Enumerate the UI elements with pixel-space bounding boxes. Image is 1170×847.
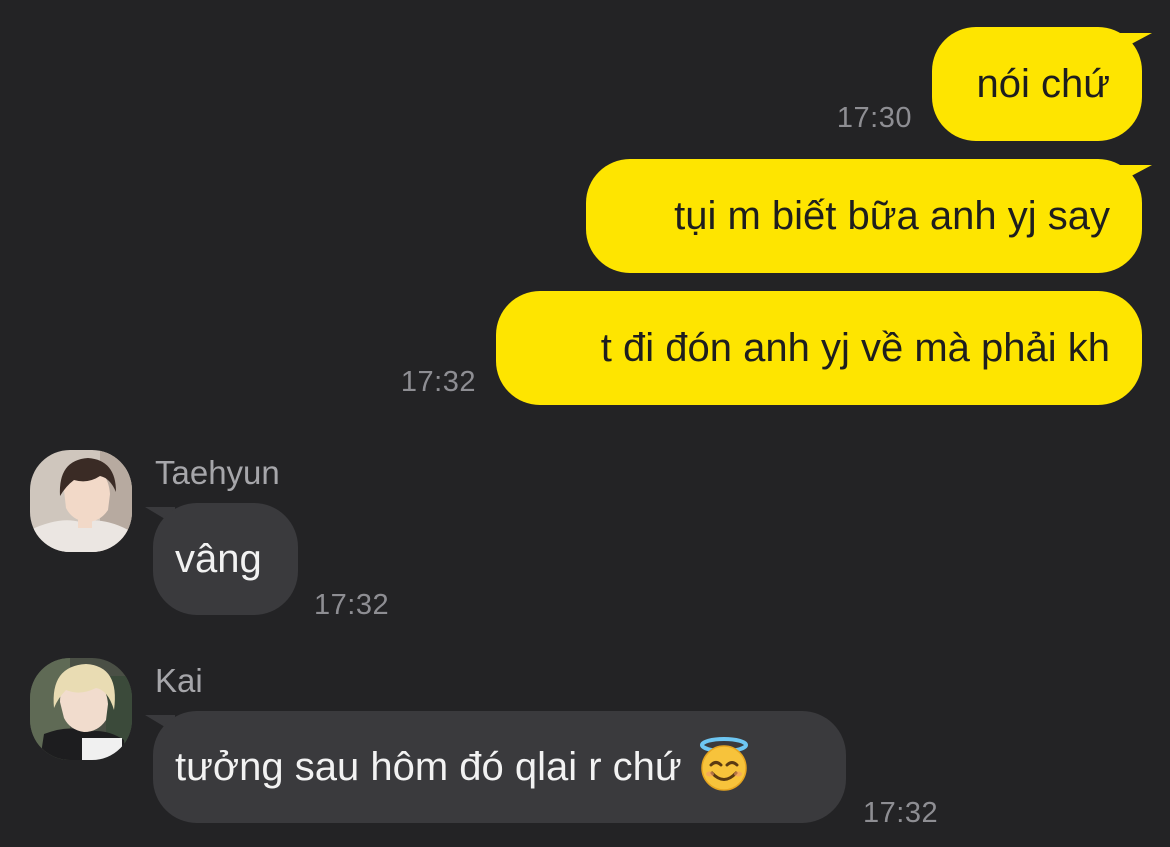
avatar-photo bbox=[30, 450, 132, 552]
message-text: tụi m biết bữa anh yj say bbox=[674, 194, 1110, 238]
kai-avatar[interactable] bbox=[30, 658, 132, 760]
outgoing-message-bubble[interactable]: tụi m biết bữa anh yj say bbox=[586, 159, 1142, 273]
message-timestamp: 17:32 bbox=[400, 366, 476, 398]
message-timestamp: 17:32 bbox=[314, 589, 390, 621]
outgoing-message-bubble[interactable]: t đi đón anh yj về mà phải kh bbox=[496, 291, 1142, 405]
message-text: tưởng sau hôm đó qlai r chứ bbox=[175, 745, 682, 789]
message-timestamp: 17:32 bbox=[863, 797, 939, 829]
avatar-photo bbox=[30, 658, 132, 760]
incoming-message-bubble[interactable]: vâng bbox=[153, 503, 298, 615]
sender-name: Taehyun bbox=[155, 454, 280, 491]
smiling-face-with-halo-icon bbox=[696, 736, 752, 799]
message-timestamp: 17:30 bbox=[836, 102, 912, 134]
sender-name: Kai bbox=[155, 662, 203, 699]
message-text: nói chứ bbox=[976, 62, 1110, 106]
message-text: t đi đón anh yj về mà phải kh bbox=[600, 326, 1110, 370]
outgoing-message-bubble[interactable]: nói chứ bbox=[932, 27, 1142, 141]
incoming-message-bubble[interactable]: tưởng sau hôm đó qlai r chứ bbox=[153, 711, 846, 823]
taehyun-avatar[interactable] bbox=[30, 450, 132, 552]
message-text: vâng bbox=[175, 537, 262, 581]
